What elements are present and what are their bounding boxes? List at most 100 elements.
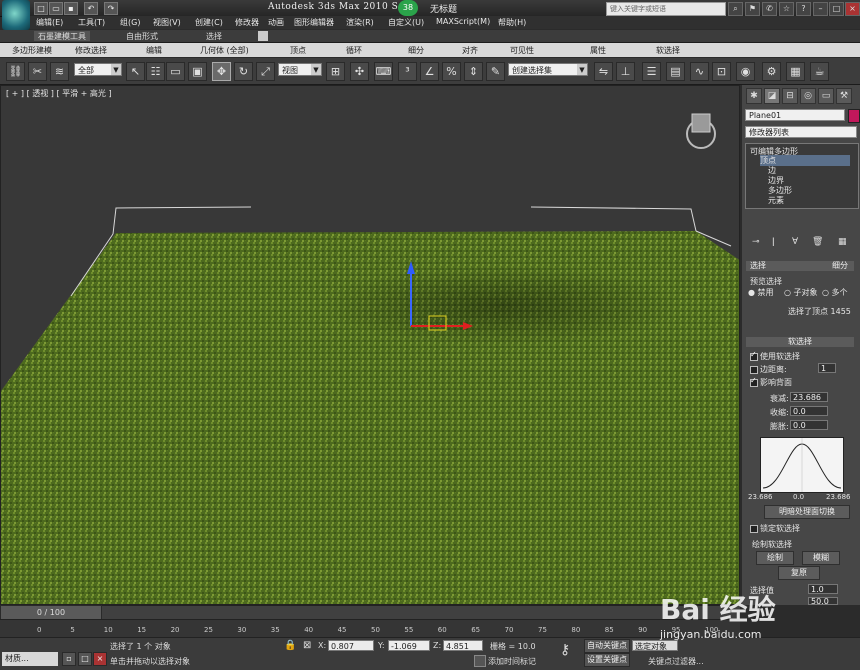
material-editor-icon[interactable]: ◉ xyxy=(736,62,755,81)
modify-tab-icon[interactable]: ◪ xyxy=(764,88,780,104)
tab-selection[interactable]: 选择 xyxy=(206,31,222,41)
menu-customize[interactable]: 自定义(U) xyxy=(388,17,424,28)
percent-snap-icon[interactable]: % xyxy=(442,62,461,81)
modifier-stack[interactable]: 可编辑多边形 顶点 边 边界 多边形 元素 xyxy=(745,143,859,209)
redo-icon[interactable]: ↷ xyxy=(104,2,118,15)
menu-maxscript[interactable]: MAXScript(M) xyxy=(436,17,490,26)
communication-icon[interactable]: ✆ xyxy=(762,2,777,16)
time-tag-icon[interactable] xyxy=(474,655,486,667)
panel-geometry[interactable]: 几何体 (全部) xyxy=(200,45,249,56)
restore-icon[interactable]: ▫ xyxy=(62,652,76,666)
tab-freeform[interactable]: 自由形式 xyxy=(126,31,158,41)
edge-distance-spinner[interactable]: 1 xyxy=(818,363,836,373)
blur-button[interactable]: 模糊 xyxy=(802,551,840,565)
make-unique-icon[interactable]: ∀ xyxy=(792,237,798,247)
menu-modifiers[interactable]: 修改器 xyxy=(235,17,259,28)
undo-icon[interactable]: ↶ xyxy=(84,2,98,15)
z-coordinate-field[interactable]: 4.851 xyxy=(443,640,483,651)
angle-snap-icon[interactable]: ∠ xyxy=(420,62,439,81)
pivot-center-icon[interactable]: ⊞ xyxy=(326,62,345,81)
viewcube-icon[interactable] xyxy=(691,113,711,133)
app-menu-icon[interactable] xyxy=(2,0,30,30)
mirror-icon[interactable]: ⇋ xyxy=(594,62,613,81)
edge-distance-checkbox[interactable]: 边距离: xyxy=(750,364,787,375)
panel-soft-selection[interactable]: 软选择 xyxy=(656,45,680,56)
use-soft-selection-checkbox[interactable]: 使用软选择 xyxy=(750,350,800,362)
lock-soft-selection-checkbox[interactable]: 锁定软选择 xyxy=(750,523,800,534)
revert-button[interactable]: 复原 xyxy=(778,566,820,580)
y-coordinate-field[interactable]: -1.069 xyxy=(388,640,430,651)
panel-polygon-modeling[interactable]: 多边形建模 xyxy=(12,45,52,56)
panel-properties[interactable]: 属性 xyxy=(590,45,606,56)
show-end-result-icon[interactable]: ǀ xyxy=(772,237,775,247)
hierarchy-tab-icon[interactable]: ⊟ xyxy=(782,88,798,104)
paint-button[interactable]: 绘制 xyxy=(756,551,794,565)
falloff-spinner[interactable]: 23.686 xyxy=(790,392,828,402)
motion-tab-icon[interactable]: ◎ xyxy=(800,88,816,104)
key-filters-button[interactable]: 关键点过滤器... xyxy=(648,656,704,667)
create-tab-icon[interactable]: ✱ xyxy=(746,88,762,104)
display-tab-icon[interactable]: ▭ xyxy=(818,88,834,104)
time-slider[interactable]: 0 / 100 xyxy=(0,605,102,620)
panel-subdivision[interactable]: 细分 xyxy=(408,45,424,56)
timeline-track[interactable] xyxy=(0,605,740,620)
bind-spacewarp-icon[interactable]: ≋ xyxy=(50,62,69,81)
selection-rollout-head[interactable]: 选择 细分 xyxy=(746,261,854,271)
add-time-tag-button[interactable]: 添加时间标记 xyxy=(488,656,536,667)
rotate-icon[interactable]: ↻ xyxy=(234,62,253,81)
menu-create[interactable]: 创建(C) xyxy=(195,17,223,28)
panel-modify-selection[interactable]: 修改选择 xyxy=(75,45,107,56)
stack-item-element[interactable]: 元素 xyxy=(768,195,784,206)
absolute-mode-icon[interactable]: ⊠ xyxy=(303,640,311,651)
viewport-label[interactable]: [ + ] [ 透视 ] [ 平滑 + 高光 ] xyxy=(6,88,112,99)
minimize-icon[interactable]: – xyxy=(813,2,828,16)
menu-help[interactable]: 帮助(H) xyxy=(498,17,526,28)
move-icon[interactable]: ✥ xyxy=(212,62,231,81)
object-color-swatch[interactable] xyxy=(848,109,860,123)
layer-manager-icon[interactable]: ☰ xyxy=(642,62,661,81)
select-link-icon[interactable]: ⛓ xyxy=(6,62,25,81)
pinch-spinner[interactable]: 0.0 xyxy=(790,406,828,416)
menu-group[interactable]: 组(G) xyxy=(120,17,140,28)
open-file-icon[interactable]: ▭ xyxy=(49,2,63,15)
affect-backfacing-checkbox[interactable]: 影响背面 xyxy=(750,376,792,388)
ref-coord-dropdown[interactable]: 视图 ▼ xyxy=(278,63,322,76)
ribbon-toggle-icon[interactable] xyxy=(258,31,268,41)
set-key-icon[interactable]: ⚷ xyxy=(560,642,570,658)
auto-key-button[interactable]: 自动关键点 xyxy=(584,639,630,653)
preview-disable-radio[interactable]: ● 禁用 xyxy=(748,287,774,298)
menu-graph-editors[interactable]: 图形编辑器 xyxy=(294,17,334,28)
new-file-icon[interactable]: □ xyxy=(34,2,48,15)
spinner-snap-icon[interactable]: ⇕ xyxy=(464,62,483,81)
tab-graphite[interactable]: 石墨建模工具 xyxy=(34,31,90,41)
preview-multi-radio[interactable]: ○ 多个 xyxy=(822,287,848,298)
subscription-icon[interactable]: ⚑ xyxy=(745,2,760,16)
render-production-icon[interactable]: ☕ xyxy=(810,62,829,81)
menu-views[interactable]: 视图(V) xyxy=(153,17,181,28)
object-name-field[interactable]: Plane01 xyxy=(745,109,845,121)
bubble-spinner[interactable]: 0.0 xyxy=(790,420,828,430)
scale-icon[interactable]: ⤢ xyxy=(256,62,275,81)
rendered-frame-icon[interactable]: ▦ xyxy=(786,62,805,81)
panel-visibility[interactable]: 可见性 xyxy=(510,45,534,56)
help-icon[interactable]: ? xyxy=(796,2,811,16)
modifier-list-dropdown[interactable]: 修改器列表 xyxy=(745,126,857,138)
maximize-small-icon[interactable]: □ xyxy=(78,652,92,666)
snaps-toggle-icon[interactable]: ³ xyxy=(398,62,417,81)
configure-sets-icon[interactable]: ▦ xyxy=(838,237,847,247)
taskbar-material-item[interactable]: 材质... xyxy=(2,652,58,666)
panel-edit[interactable]: 编辑 xyxy=(146,45,162,56)
shade-face-toggle-button[interactable]: 明暗处理面切换 xyxy=(764,505,850,519)
menu-edit[interactable]: 编辑(E) xyxy=(36,17,63,28)
select-by-name-icon[interactable]: ☷ xyxy=(146,62,165,81)
preview-subobj-radio[interactable]: ○ 子对象 xyxy=(784,287,818,298)
menu-animation[interactable]: 动画 xyxy=(268,17,284,28)
panel-vertices[interactable]: 顶点 xyxy=(290,45,306,56)
soft-selection-rollout-head[interactable]: 软选择 xyxy=(746,337,854,347)
menu-rendering[interactable]: 渲染(R) xyxy=(346,17,374,28)
perspective-viewport[interactable] xyxy=(0,85,740,605)
window-crossing-icon[interactable]: ▣ xyxy=(188,62,207,81)
keyboard-shortcut-icon[interactable]: ⌨ xyxy=(374,62,393,81)
select-object-icon[interactable]: ↖ xyxy=(126,62,145,81)
remove-modifier-icon[interactable]: 🗑 xyxy=(812,237,823,247)
